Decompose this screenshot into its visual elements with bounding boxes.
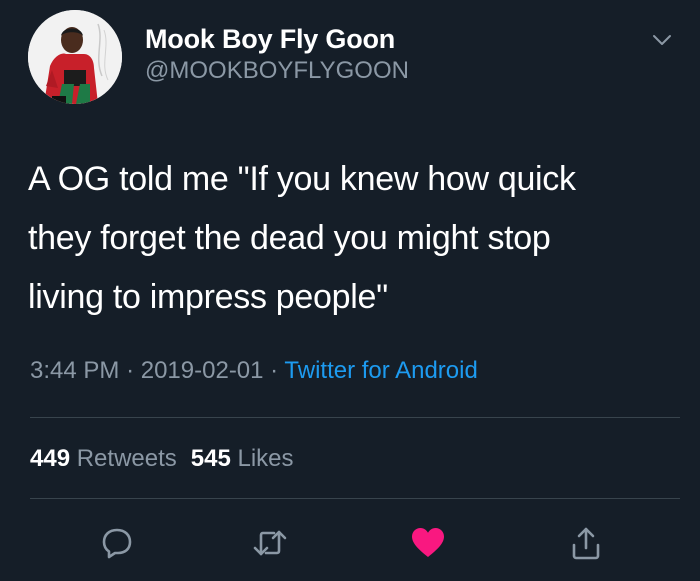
- tweet-meta: 3:44 PM · 2019-02-01 · Twitter for Andro…: [30, 355, 478, 387]
- likes-count: 545: [190, 445, 231, 472]
- likes-stat[interactable]: 545 Likes: [191, 445, 294, 472]
- avatar-image: [28, 10, 122, 104]
- tweet-text-line: A OG told me "If you knew how quick: [28, 160, 576, 198]
- heart-icon[interactable]: [408, 523, 448, 563]
- tweet-text: A OG told me "If you knew how quick they…: [28, 150, 678, 327]
- retweets-label: Retweets: [76, 445, 177, 472]
- tweet-stats: 449 Retweets 545 Likes: [30, 443, 294, 475]
- retweets-count: 449: [30, 445, 71, 472]
- meta-separator: ·: [270, 357, 279, 384]
- tweet-card: Mook Boy Fly Goon @MOOKBOYFLYGOON A OG t…: [0, 0, 700, 581]
- retweets-stat[interactable]: 449 Retweets: [30, 445, 177, 472]
- tweet-time[interactable]: 3:44 PM: [30, 357, 119, 384]
- author-block[interactable]: Mook Boy Fly Goon @MOOKBOYFLYGOON: [145, 24, 409, 86]
- tweet-text-line: they forget the dead you might stop: [28, 219, 551, 257]
- retweet-icon[interactable]: [250, 523, 290, 563]
- display-name[interactable]: Mook Boy Fly Goon: [145, 24, 409, 54]
- action-bar: [0, 515, 700, 575]
- meta-separator: ·: [126, 357, 135, 384]
- divider: [30, 417, 680, 418]
- tweet-text-line: living to impress people": [28, 278, 388, 316]
- share-icon[interactable]: [566, 523, 606, 563]
- tweet-date[interactable]: 2019-02-01: [141, 357, 264, 384]
- divider: [30, 498, 680, 499]
- user-handle[interactable]: @MOOKBOYFLYGOON: [145, 56, 409, 86]
- reply-icon[interactable]: [97, 523, 137, 563]
- avatar[interactable]: [28, 10, 122, 104]
- likes-label: Likes: [237, 445, 294, 472]
- tweet-source-link[interactable]: Twitter for Android: [284, 357, 477, 384]
- chevron-down-icon[interactable]: [650, 28, 674, 52]
